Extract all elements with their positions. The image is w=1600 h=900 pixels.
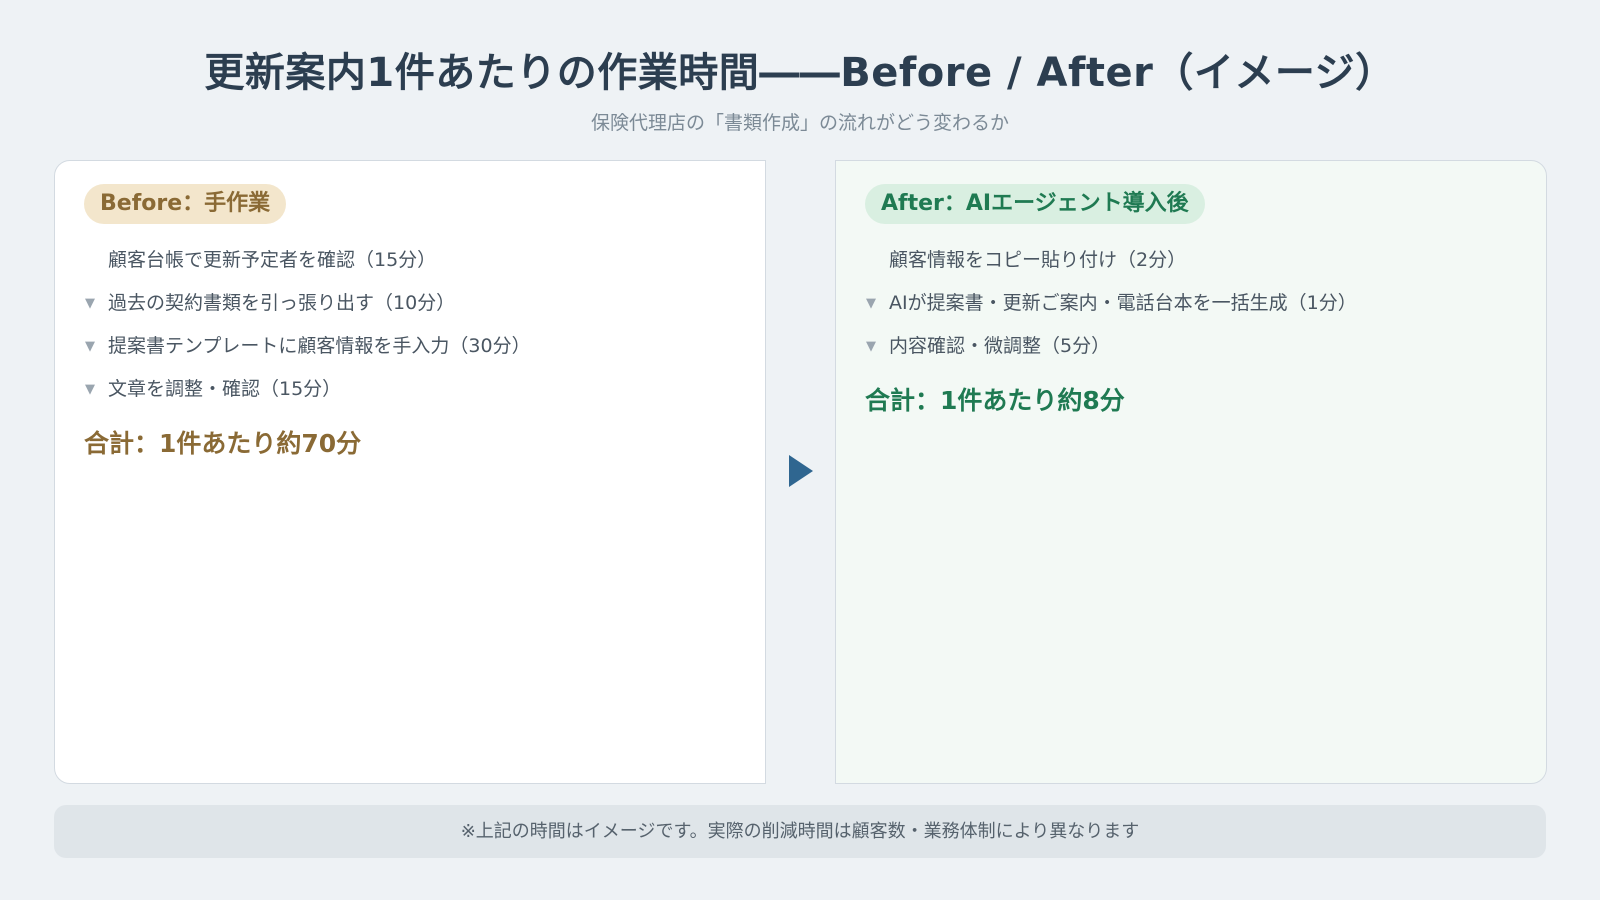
before-step: ▼ 文章を調整・確認（15分） bbox=[84, 368, 531, 411]
down-arrow-icon: ▼ bbox=[85, 296, 95, 311]
before-label: Before：手作業 bbox=[84, 184, 287, 224]
after-total: 合計：1件あたり約8分 bbox=[865, 386, 1125, 415]
page-title: 更新案内1件あたりの作業時間――Before / After（イメージ） bbox=[204, 50, 1396, 96]
after-step-list: 顧客情報をコピー貼り付け（2分） ▼ AIが提案書・更新ご案内・電話台本を一括生… bbox=[865, 239, 1357, 368]
before-panel: Before：手作業 顧客台帳で更新予定者を確認（15分） ▼ 過去の契約書類を… bbox=[54, 160, 766, 784]
step-text: 顧客台帳で更新予定者を確認（15分） bbox=[108, 249, 437, 271]
step-text: 提案書テンプレートに顧客情報を手入力（30分） bbox=[108, 335, 531, 357]
step-text: 過去の契約書類を引っ張り出す（10分） bbox=[108, 292, 456, 314]
step-text: AIが提案書・更新ご案内・電話台本を一括生成（1分） bbox=[889, 292, 1357, 314]
before-total: 合計：1件あたり約70分 bbox=[84, 429, 362, 458]
page-subtitle: 保険代理店の「書類作成」の流れがどう変わるか bbox=[590, 112, 1009, 134]
before-step: ▼ 提案書テンプレートに顧客情報を手入力（30分） bbox=[84, 325, 531, 368]
before-step: ▼ 過去の契約書類を引っ張り出す（10分） bbox=[84, 282, 531, 325]
right-arrow-icon bbox=[789, 455, 813, 487]
after-label: After：AIエージェント導入後 bbox=[865, 184, 1205, 224]
step-text: 文章を調整・確認（15分） bbox=[108, 378, 342, 400]
before-step: 顧客台帳で更新予定者を確認（15分） bbox=[84, 239, 531, 282]
down-arrow-icon: ▼ bbox=[866, 296, 876, 311]
after-step: 顧客情報をコピー貼り付け（2分） bbox=[865, 239, 1357, 282]
down-arrow-icon: ▼ bbox=[85, 339, 95, 354]
after-step: ▼ AIが提案書・更新ご案内・電話台本を一括生成（1分） bbox=[865, 282, 1357, 325]
before-step-list: 顧客台帳で更新予定者を確認（15分） ▼ 過去の契約書類を引っ張り出す（10分）… bbox=[84, 239, 531, 411]
step-text: 内容確認・微調整（5分） bbox=[889, 335, 1111, 357]
after-step: ▼ 内容確認・微調整（5分） bbox=[865, 325, 1357, 368]
footnote: ※上記の時間はイメージです。実際の削減時間は顧客数・業務体制により異なります bbox=[54, 805, 1546, 858]
after-panel: After：AIエージェント導入後 顧客情報をコピー貼り付け（2分） ▼ AIが… bbox=[835, 160, 1547, 784]
down-arrow-icon: ▼ bbox=[85, 382, 95, 397]
step-text: 顧客情報をコピー貼り付け（2分） bbox=[889, 249, 1187, 271]
down-arrow-icon: ▼ bbox=[866, 339, 876, 354]
